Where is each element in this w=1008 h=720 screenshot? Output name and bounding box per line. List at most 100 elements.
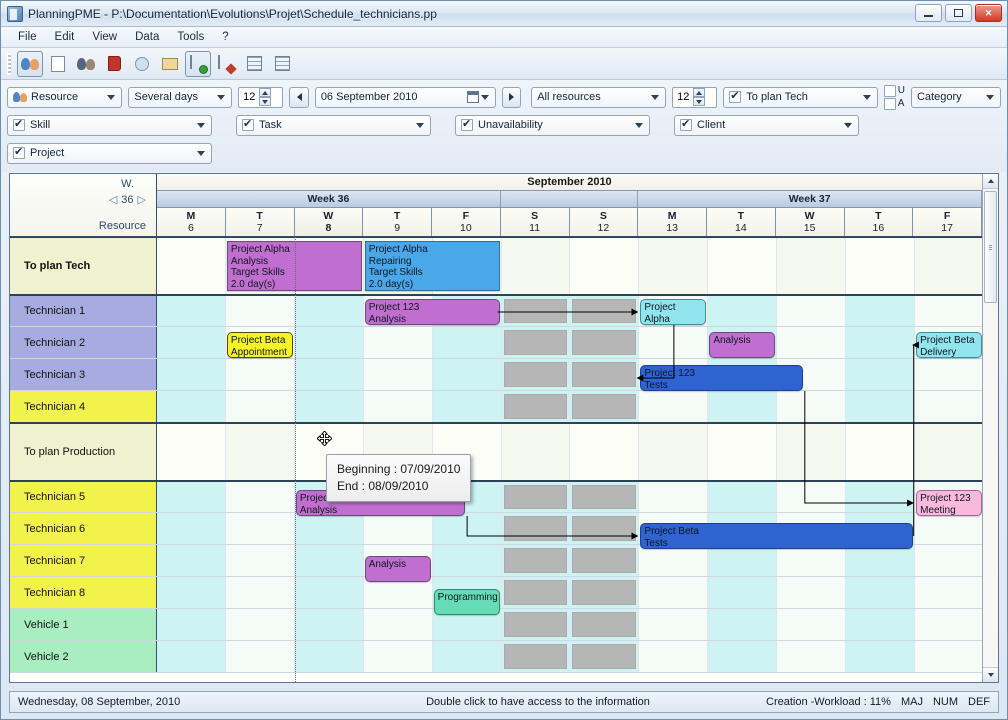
grid-cell[interactable] [294, 641, 364, 672]
resources-button[interactable] [17, 50, 43, 77]
grid-cell[interactable] [501, 359, 571, 390]
plan-filter-checkbox[interactable] [729, 89, 742, 103]
grid-cell[interactable] [294, 359, 364, 390]
grid-cell[interactable] [225, 391, 295, 422]
resource-label-technician-7[interactable]: Technician 7 [10, 545, 157, 576]
scroll-thumb[interactable] [984, 191, 997, 303]
grid-cell[interactable] [639, 238, 709, 294]
table-row[interactable]: Technician 3 [10, 359, 982, 391]
grid-cell[interactable] [294, 577, 364, 608]
grid-cell[interactable] [432, 359, 502, 390]
grid-cell[interactable] [570, 359, 640, 390]
new-document-button[interactable] [45, 51, 71, 77]
grid-cell[interactable] [225, 609, 295, 640]
print-button[interactable] [269, 51, 295, 77]
table-row[interactable]: Technician 4 [10, 391, 982, 423]
grid-cell[interactable] [914, 359, 982, 390]
a-checkbox[interactable] [883, 97, 896, 110]
resource-label-technician-6[interactable]: Technician 6 [10, 513, 157, 544]
filter-task[interactable]: Task [236, 114, 431, 136]
days-count-spin-buttons[interactable] [259, 88, 272, 106]
grid-cell[interactable] [914, 545, 982, 576]
grid-cell[interactable] [708, 296, 778, 326]
task-bar[interactable]: Analysis [364, 556, 431, 582]
grid-cell[interactable] [432, 545, 502, 576]
days-count-down[interactable] [259, 97, 272, 106]
resources-count-up[interactable] [693, 88, 706, 97]
grid-cell[interactable] [570, 513, 640, 544]
address-book-button[interactable] [101, 51, 127, 77]
task-bar[interactable]: Project Beta Tests [640, 523, 914, 549]
task-bar[interactable]: Analysis [709, 332, 776, 358]
grid-cell[interactable] [914, 238, 982, 294]
grid-cell[interactable] [777, 482, 847, 512]
table-row[interactable]: Technician 7 [10, 545, 982, 577]
grid-cell[interactable] [501, 609, 571, 640]
grid-cell[interactable] [708, 482, 778, 512]
grid-cell[interactable] [363, 641, 433, 672]
resource-label-technician-3[interactable]: Technician 3 [10, 359, 157, 390]
grid-cell[interactable] [708, 577, 778, 608]
filter-client[interactable]: Client [674, 114, 859, 136]
resource-label-technician-2[interactable]: Technician 2 [10, 327, 157, 358]
resource-label-technician-1[interactable]: Technician 1 [10, 296, 157, 326]
grid-cell[interactable] [225, 359, 295, 390]
grid-cell[interactable] [570, 391, 640, 422]
grid-cell[interactable] [777, 238, 847, 294]
menu-item-file[interactable]: File [9, 29, 46, 45]
grid-cell[interactable] [914, 609, 982, 640]
grid-cell[interactable] [225, 482, 295, 512]
grid-cell[interactable] [157, 391, 226, 422]
grid-cell[interactable] [914, 296, 982, 326]
grid-cell[interactable] [777, 424, 847, 480]
filter-checkbox[interactable] [680, 117, 692, 131]
grid-cell[interactable] [157, 609, 226, 640]
u-toggle[interactable]: U [883, 84, 905, 97]
scroll-up-button[interactable] [983, 174, 998, 189]
grid-cell[interactable] [294, 513, 364, 544]
grid-cell[interactable] [363, 609, 433, 640]
task-bar[interactable]: Programming [433, 589, 500, 615]
grid-cell[interactable] [570, 424, 640, 480]
menu-item-tools[interactable]: Tools [168, 29, 213, 45]
grid-cell[interactable] [501, 296, 571, 326]
filter-skill[interactable]: Skill [7, 114, 212, 136]
menu-item-edit[interactable]: Edit [46, 29, 84, 45]
grid-cell[interactable] [157, 359, 226, 390]
resources-count-down[interactable] [693, 97, 706, 106]
grid-cell[interactable] [225, 577, 295, 608]
grid-cell[interactable] [846, 238, 915, 294]
grid-cell[interactable] [914, 641, 982, 672]
date-picker[interactable]: 06 September 2010 [314, 86, 496, 108]
filter-checkbox[interactable] [242, 117, 254, 131]
grid-cell[interactable] [225, 513, 295, 544]
days-count-stepper[interactable]: 12 [238, 86, 284, 108]
menu-item-[interactable]: ? [213, 29, 237, 45]
delete-task-button[interactable] [213, 51, 239, 77]
resource-label-to-plan-tech[interactable]: To plan Tech [10, 238, 157, 294]
grid-cell[interactable] [846, 327, 915, 358]
grid-cell[interactable] [225, 545, 295, 576]
grid-cell[interactable] [708, 424, 778, 480]
task-bar[interactable]: Project 123 Tests [640, 365, 803, 391]
grid-cell[interactable] [157, 641, 226, 672]
grid-cell[interactable] [501, 641, 571, 672]
grid-cell[interactable] [363, 359, 433, 390]
grid-cell[interactable] [225, 641, 295, 672]
grid-cell[interactable] [501, 327, 571, 358]
scroll-track[interactable] [983, 189, 998, 667]
grid-cell[interactable] [846, 545, 915, 576]
task-bar[interactable]: Project Beta Delivery [916, 332, 982, 358]
grid-cell[interactable] [294, 296, 364, 326]
view-mode-dropdown[interactable]: Resource [7, 86, 123, 108]
grid-cell[interactable] [570, 482, 640, 512]
grid-cell[interactable] [914, 391, 982, 422]
days-count-up[interactable] [259, 88, 272, 97]
grid-cell[interactable] [294, 327, 364, 358]
grid-cell[interactable] [294, 545, 364, 576]
grid-cell[interactable] [777, 577, 847, 608]
grid-cell[interactable] [708, 238, 778, 294]
grid-cell[interactable] [639, 577, 709, 608]
task-bar[interactable]: Project Alpha Delivery [640, 299, 707, 325]
resource-label-vehicle-1[interactable]: Vehicle 1 [10, 609, 157, 640]
